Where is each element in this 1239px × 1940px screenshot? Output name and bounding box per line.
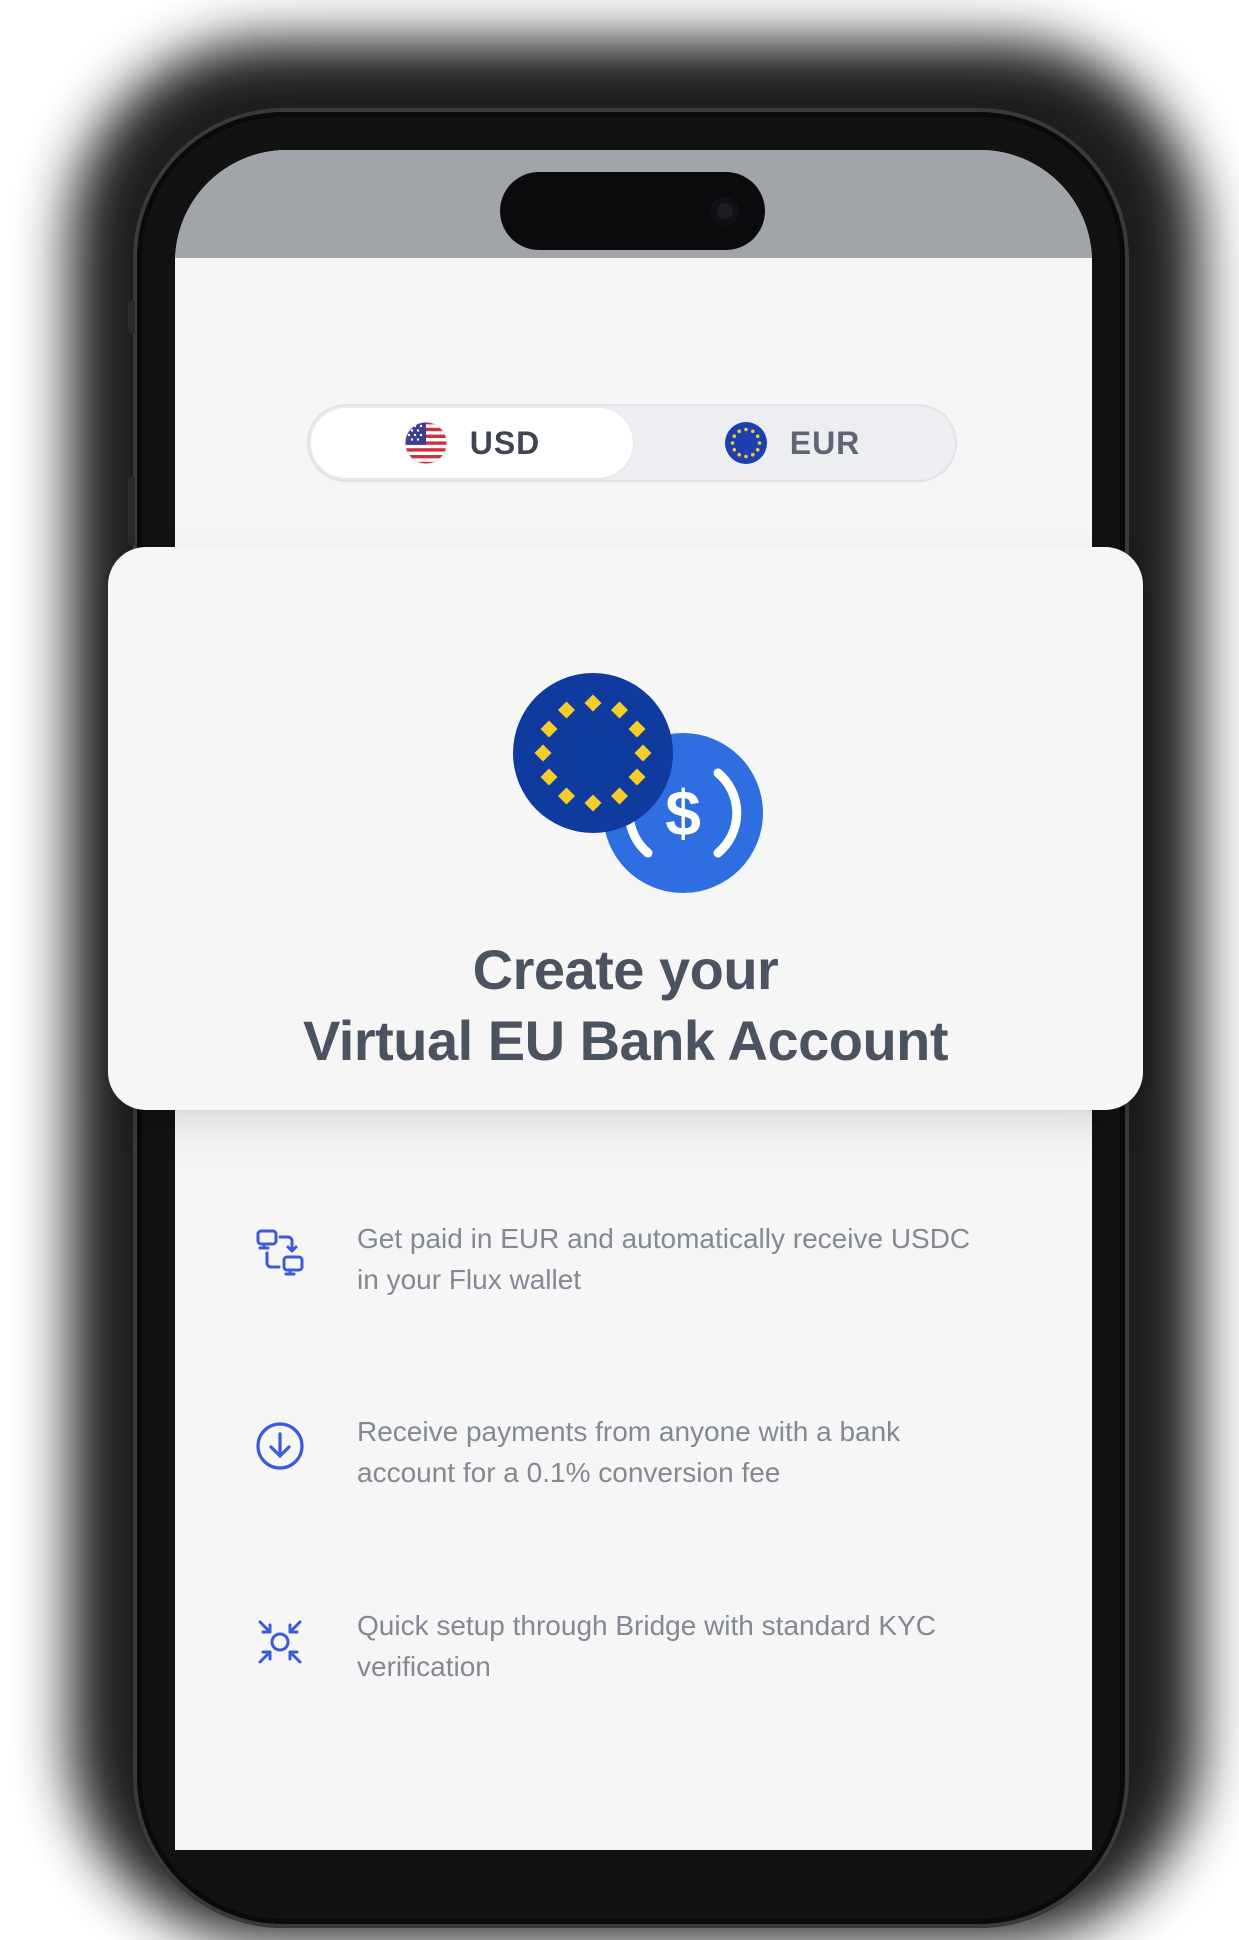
feature-text: Get paid in EUR and automatically receiv… xyxy=(357,1223,971,1295)
toggle-label-eur: EUR xyxy=(789,424,861,461)
feature-text: Receive payments from anyone with a bank… xyxy=(357,1416,901,1488)
card-title-line2: Virtual EU Bank Account xyxy=(302,1009,949,1072)
volume-up-button xyxy=(128,476,135,546)
conversion-flow-icon xyxy=(256,1229,304,1276)
eu-flag-icon xyxy=(724,422,767,464)
status-bar xyxy=(175,150,1092,258)
mute-switch xyxy=(128,300,135,334)
eu-coin-icon xyxy=(513,673,673,833)
camera-icon xyxy=(711,197,739,225)
hero-card: $ Create your Virtual EU Bank Account xyxy=(108,547,1143,1110)
currency-coins-illustration: $ xyxy=(513,673,763,893)
dynamic-island xyxy=(500,172,765,250)
toggle-label-usd: USD xyxy=(469,424,541,461)
download-circle-icon xyxy=(256,1422,304,1470)
us-flag-icon xyxy=(404,421,448,465)
svg-text:$: $ xyxy=(665,777,701,849)
currency-toggle: USD EUR xyxy=(307,404,957,482)
toggle-option-usd[interactable]: USD xyxy=(311,408,633,478)
toggle-option-eur[interactable]: EUR xyxy=(631,408,953,478)
card-title-line1: Create your xyxy=(472,938,779,1001)
feature-text: Quick setup through Bridge with standard… xyxy=(357,1610,936,1682)
focus-arrows-icon xyxy=(258,1620,302,1664)
